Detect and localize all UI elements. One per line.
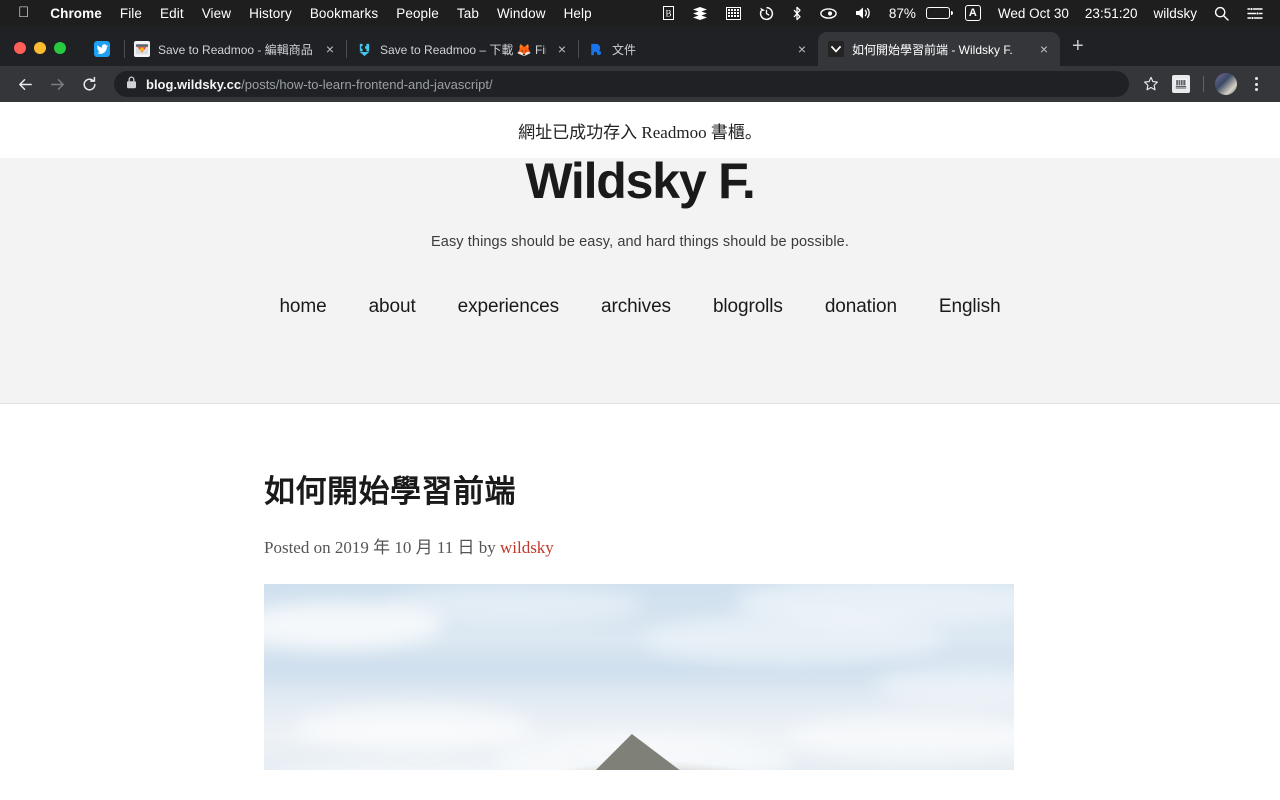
menu-tab[interactable]: Tab (448, 6, 488, 21)
new-tab-button[interactable]: + (1060, 36, 1096, 66)
post-title: 如何開始學習前端 (264, 474, 516, 509)
mountain-peak-shape (569, 734, 714, 770)
apple-logo-icon[interactable]:  (12, 5, 41, 22)
tab-title: 如何開始學習前端 - Wildsky F. (852, 42, 1013, 57)
menu-window[interactable]: Window (488, 6, 555, 21)
tab-title: 文件 (612, 42, 637, 57)
tab-close-icon[interactable]: × (794, 41, 810, 57)
url-text: blog.wildsky.cc/posts/how-to-learn-front… (146, 77, 493, 92)
grid-icon[interactable] (717, 6, 750, 20)
menubar-user[interactable]: wildsky (1145, 6, 1205, 21)
chrome-toolbar: blog.wildsky.cc/posts/how-to-learn-front… (0, 66, 1280, 102)
post-meta: Posted on 2019 年 10 月 11 日 by wildsky (264, 533, 1280, 558)
bluetooth-icon[interactable] (783, 6, 811, 21)
lock-icon (126, 76, 137, 92)
tab-active-wildsky-post[interactable]: 如何開始學習前端 - Wildsky F. × (818, 32, 1060, 66)
tab-save-to-readmoo-edit[interactable]: Save to Readmoo - 編輯商品 × (124, 32, 346, 66)
privacy-eye-icon[interactable] (811, 7, 846, 20)
tab-title: Save to Readmoo - 編輯商品 (158, 42, 313, 57)
tab-save-to-readmoo-download[interactable]: Save to Readmoo – 下載 🦊 Fir × (346, 32, 578, 66)
toolbar-divider (1203, 76, 1204, 92)
menubar-time[interactable]: 23:51:20 (1077, 6, 1146, 21)
profile-avatar[interactable] (1212, 70, 1240, 98)
window-close-button[interactable] (14, 42, 26, 54)
post-meta-date: Posted on 2019 年 10 月 11 日 by (264, 538, 500, 557)
volume-icon[interactable] (846, 6, 881, 20)
input-source-icon[interactable]: A (956, 5, 990, 21)
tab-close-icon[interactable]: × (554, 41, 570, 57)
battery-percent-label: 87% (888, 5, 916, 21)
menu-chrome[interactable]: Chrome (41, 6, 111, 21)
battery-icon[interactable] (924, 7, 956, 19)
tab-close-icon[interactable]: × (1036, 41, 1052, 57)
nav-item-experiences[interactable]: experiences (437, 296, 580, 318)
bartender-icon[interactable]: B (654, 6, 683, 20)
chrome-web-store-favicon (134, 41, 150, 57)
post-author-link[interactable]: wildsky (500, 538, 554, 557)
window-traffic-lights (10, 42, 80, 66)
tab-title: Save to Readmoo – 下載 🦊 Fir (380, 42, 546, 57)
nav-item-english[interactable]: English (918, 296, 1022, 318)
menu-people[interactable]: People (387, 6, 448, 21)
nav-item-blogrolls[interactable]: blogrolls (692, 296, 804, 318)
window-minimize-button[interactable] (34, 42, 46, 54)
web-page-content: 網址已成功存入 Readmoo 書櫃。 Wildsky F. Easy thin… (0, 102, 1280, 770)
firefox-addons-favicon (356, 41, 372, 57)
menu-view[interactable]: View (193, 6, 240, 21)
address-bar[interactable]: blog.wildsky.cc/posts/how-to-learn-front… (114, 71, 1129, 97)
window-maximize-button[interactable] (54, 42, 66, 54)
stack-lines-icon[interactable] (683, 6, 717, 20)
chrome-menu-icon[interactable] (1242, 70, 1270, 98)
forward-button-icon[interactable] (42, 69, 72, 99)
post-article: 如何開始學習前端 Posted on 2019 年 10 月 11 日 by w… (0, 404, 1280, 770)
menu-edit[interactable]: Edit (151, 6, 193, 21)
spotlight-search-icon[interactable] (1205, 6, 1238, 21)
back-button-icon[interactable] (10, 69, 40, 99)
svg-text:B: B (665, 9, 671, 19)
menu-help[interactable]: Help (555, 6, 601, 21)
readmoo-extension-icon[interactable] (1167, 70, 1195, 98)
post-featured-image (264, 584, 1014, 770)
site-header: Wildsky F. Easy things should be easy, a… (0, 158, 1280, 404)
menu-file[interactable]: File (111, 6, 151, 21)
nav-item-home[interactable]: home (258, 296, 347, 318)
site-navigation: home about experiences archives blogroll… (0, 296, 1280, 318)
chrome-tab-strip: Save to Readmoo - 編輯商品 × Save to Readmoo… (0, 26, 1280, 66)
readmoo-save-notice: 網址已成功存入 Readmoo 書櫃。 (0, 102, 1280, 158)
macos-menu-bar:  Chrome File Edit View History Bookmark… (0, 0, 1280, 26)
documents-favicon (588, 41, 604, 57)
nav-item-about[interactable]: about (348, 296, 437, 318)
wildsky-favicon (828, 41, 844, 57)
twitter-favicon (94, 41, 110, 57)
tab-close-icon[interactable]: × (322, 41, 338, 57)
site-title: Wildsky F. (525, 158, 755, 209)
menubar-date[interactable]: Wed Oct 30 (990, 6, 1077, 21)
url-host: blog.wildsky.cc (146, 76, 242, 92)
menu-bookmarks[interactable]: Bookmarks (301, 6, 387, 21)
url-path: /posts/how-to-learn-frontend-and-javascr… (241, 76, 493, 92)
nav-item-archives[interactable]: archives (580, 296, 692, 318)
nav-item-donation[interactable]: donation (804, 296, 918, 318)
reload-button-icon[interactable] (74, 69, 104, 99)
menu-history[interactable]: History (240, 6, 301, 21)
tab-twitter-pinned[interactable] (80, 32, 124, 66)
bookmark-star-icon[interactable] (1137, 70, 1165, 98)
time-machine-icon[interactable] (750, 6, 783, 21)
control-center-icon[interactable] (1238, 6, 1272, 20)
menubar-status-area: B 87% A Wed Oct 30 23:51:20 wildsky (654, 5, 1272, 21)
site-tagline: Easy things should be easy, and hard thi… (431, 234, 849, 250)
tab-documents[interactable]: 文件 × (578, 32, 818, 66)
